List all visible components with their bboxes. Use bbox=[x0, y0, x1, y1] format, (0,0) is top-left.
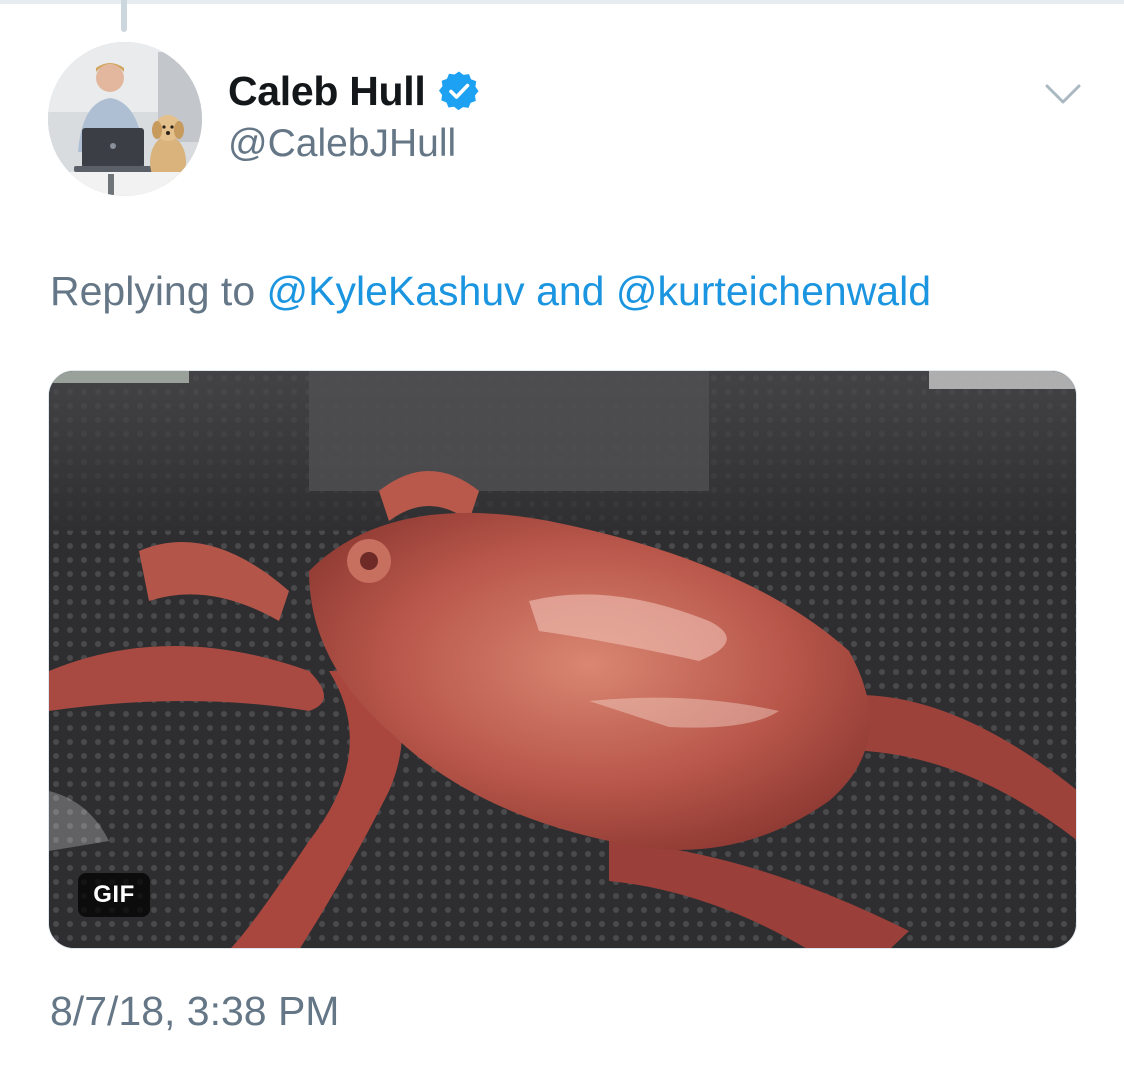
author-display-name[interactable]: Caleb Hull bbox=[228, 68, 426, 115]
thread-connector-line bbox=[121, 0, 127, 32]
chevron-down-icon[interactable] bbox=[1044, 82, 1082, 108]
reply-mention-kylekashuv[interactable]: @KyleKashuv bbox=[267, 268, 525, 314]
gif-preview-image bbox=[49, 371, 1076, 948]
avatar-photo bbox=[48, 42, 202, 196]
avatar[interactable] bbox=[48, 42, 202, 196]
author-name-row[interactable]: Caleb Hull bbox=[228, 66, 479, 116]
gif-badge: GIF bbox=[78, 873, 150, 917]
tweet-timestamp[interactable]: 8/7/18, 3:38 PM bbox=[50, 988, 339, 1035]
reply-mention-kurteichenwald[interactable]: @kurteichenwald bbox=[616, 268, 931, 314]
verified-badge-icon bbox=[439, 71, 479, 111]
top-divider bbox=[0, 0, 1124, 4]
reply-context: Replying to @KyleKashuv and @kurteichenw… bbox=[50, 268, 931, 315]
tweet-media-gif[interactable] bbox=[48, 370, 1077, 949]
reply-prefix: Replying to bbox=[50, 268, 256, 314]
author-handle[interactable]: @CalebJHull bbox=[228, 122, 456, 166]
reply-joiner: and bbox=[536, 268, 605, 314]
